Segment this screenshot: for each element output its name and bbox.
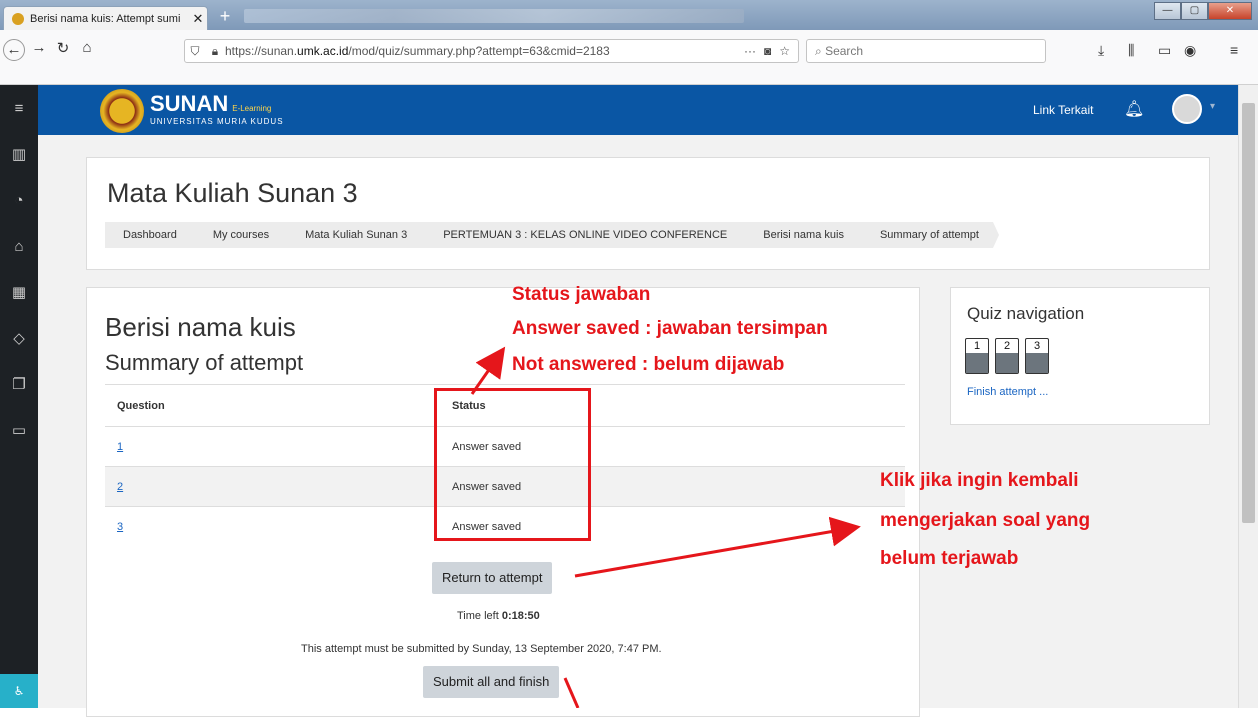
arrow-return [574,516,861,578]
annotation-arrows [470,346,861,708]
arrow-status [470,346,506,395]
arrow-submit [563,677,580,708]
